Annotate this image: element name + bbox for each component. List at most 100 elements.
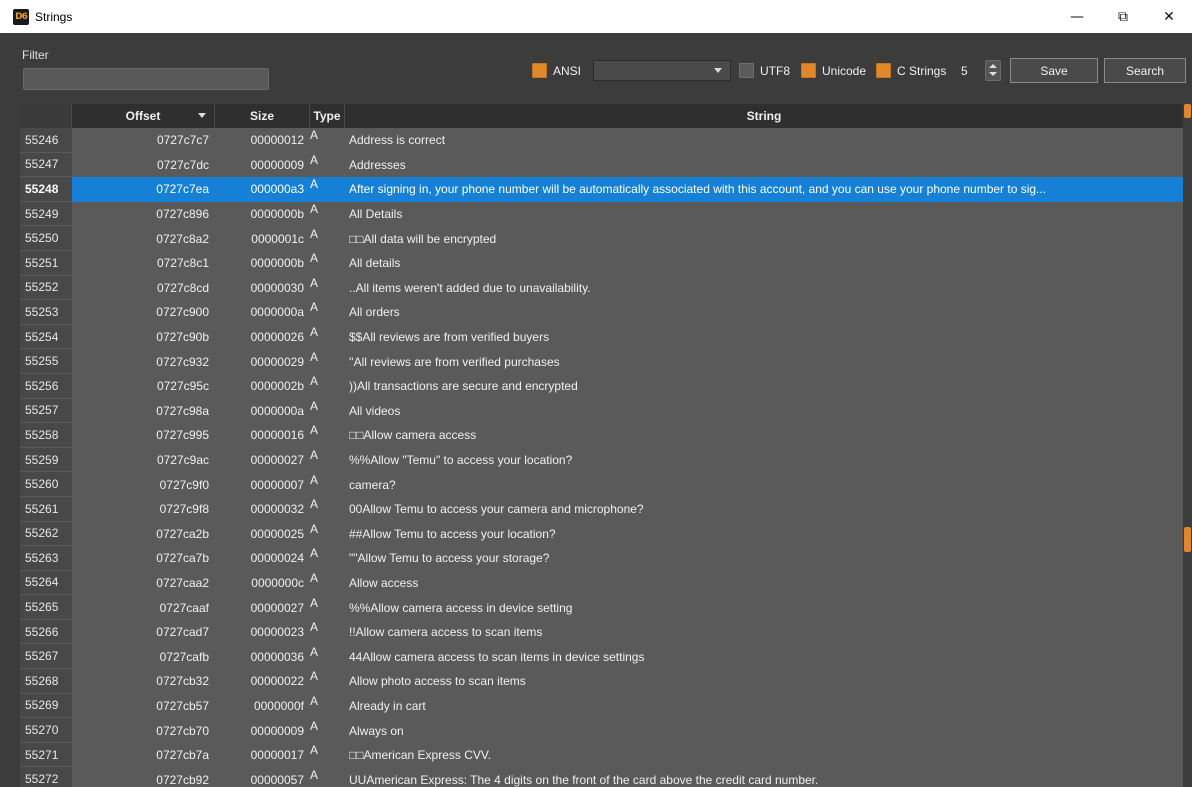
type-cell: A [310, 275, 319, 290]
table-row[interactable]: 55260 0727c9f0 00000007 Acamera? [20, 472, 1183, 497]
table-row[interactable]: 55267 0727cafb 00000036 A 44Allow camera acc… [20, 644, 1183, 670]
table-row[interactable]: 55252 0727c8cd 00000030 A ..All items weren'… [20, 275, 1183, 301]
vertical-scrollbar[interactable] [1183, 104, 1192, 787]
ansi-checkbox[interactable] [532, 63, 547, 78]
string-cell: Allow photo access to scan items [349, 674, 526, 689]
string-cell: ))All transactions are secure and encryp… [349, 379, 578, 394]
size-cell: 00000017 [250, 748, 304, 763]
scroll-up-handle[interactable] [1184, 104, 1191, 118]
string-cell: !!Allow camera access to scan items [349, 625, 543, 640]
table-row[interactable]: 55272 0727cb92 00000057 A UUAmerican Express… [20, 767, 1183, 787]
table-row[interactable]: 55266 0727cad7 00000023 A !!Allow camera acc… [20, 619, 1183, 645]
close-icon[interactable]: ✕ [1146, 0, 1192, 33]
table-row[interactable]: 55256 0727c95c 0000002b A))All transactions… [20, 373, 1183, 399]
type-cell: A [310, 595, 319, 610]
type-cell: A [310, 423, 319, 438]
type-cell: A [310, 128, 319, 143]
type-cell: A [310, 177, 319, 192]
encoding-dropdown[interactable] [593, 60, 731, 81]
string-cell: All Details [349, 207, 403, 222]
title-bar: D6 Strings — ⧉ ✕ [0, 0, 1192, 33]
table-row[interactable]: 55251 0727c8c1 0000000b A All details [20, 250, 1183, 276]
restore-icon[interactable]: ⧉ [1100, 0, 1146, 33]
type-cell: A [310, 570, 319, 585]
table-row[interactable]: 55254 0727c90b 00000026 A $$All reviews are … [20, 324, 1183, 350]
header-string[interactable]: String [345, 104, 1183, 128]
row-number: 55263 [20, 546, 72, 571]
offset-cell: 0727caa2 [156, 575, 209, 590]
table-row[interactable]: 55264 0727caa2 0000000c A Allow access [20, 570, 1183, 596]
scrollbar-thumb[interactable] [1184, 527, 1191, 552]
string-cell: All orders [349, 305, 400, 320]
string-cell: UUAmerican Express: The 4 digits on the … [349, 772, 819, 787]
type-cell: A [310, 349, 319, 364]
row-number: 55250 [20, 226, 72, 251]
header-type[interactable]: Type [310, 104, 345, 128]
header-offset[interactable]: Offset [72, 104, 215, 128]
size-cell: 00000016 [250, 428, 304, 443]
table-row[interactable]: 55262 0727ca2b 00000025 A ##Allow Temu to ac… [20, 521, 1183, 547]
filter-input[interactable] [23, 68, 269, 90]
header-size[interactable]: Size [215, 104, 310, 128]
offset-cell: 0727c90b [156, 330, 209, 345]
table-row[interactable]: 55258 0727c995 00000016 A □□Allow camera acc… [20, 423, 1183, 448]
type-cell: A [310, 620, 319, 635]
size-cell: 0000002b [250, 379, 304, 394]
filter-label: Filter [22, 48, 49, 62]
offset-cell: 0727cafb [159, 649, 209, 664]
table-row[interactable]: 55259 0727c9ac 00000027 A %%Allow "Temu" to … [20, 447, 1183, 473]
chevron-down-icon [714, 68, 722, 73]
table-row[interactable]: 55271 0727cb7a 00000017 A □□American Express… [20, 742, 1183, 768]
string-cell: All details [349, 256, 401, 271]
search-button[interactable]: Search [1104, 58, 1186, 83]
type-cell: A [310, 521, 319, 536]
offset-cell: 0727c8cd [156, 280, 209, 295]
string-cell: Already in cart [349, 698, 426, 713]
table-row[interactable]: 55248 0727c7ea 000000a3 A After signing in, … [20, 177, 1183, 202]
header-rownum[interactable] [20, 104, 72, 128]
table-row[interactable]: 55265 0727caaf 00000027 A %%Allow camera acc… [20, 595, 1183, 620]
offset-cell: 0727cb57 [156, 698, 209, 713]
table-row[interactable]: 55246 0727c7c7 00000012 A Address is correct [20, 128, 1183, 153]
table-row[interactable]: 55269 0727cb57 0000000f A Already in cart [20, 693, 1183, 719]
table-row[interactable]: 55270 0727cb70 00000009 A Always on [20, 718, 1183, 743]
cstrings-checkbox[interactable] [876, 63, 891, 78]
table-row[interactable]: 55253 0727c900 0000000a A All orders [20, 300, 1183, 325]
type-cell: A [310, 398, 319, 413]
utf8-checkbox[interactable] [739, 63, 754, 78]
table-row[interactable]: 55263 0727ca7b 00000024 A ""Allow Temu to ac… [20, 546, 1183, 571]
size-cell: 00000012 [250, 133, 304, 148]
size-cell: 00000009 [250, 723, 304, 738]
chevron-up-icon[interactable] [989, 64, 997, 68]
string-cell: Allow access [349, 575, 419, 590]
size-cell: 00000029 [250, 354, 304, 369]
offset-cell: 0727cad7 [156, 625, 209, 640]
min-length-value[interactable]: 5 [961, 64, 968, 78]
save-button[interactable]: Save [1010, 58, 1098, 83]
size-cell: 0000000a [250, 305, 304, 320]
row-number: 55246 [20, 128, 72, 153]
string-cell: 00Allow Temu to access your camera and m… [349, 502, 644, 517]
table-row[interactable]: 55250 0727c8a2 0000001c A □□All data will be… [20, 226, 1183, 251]
type-cell: A [310, 546, 319, 561]
offset-cell: 0727c7dc [156, 157, 209, 172]
table-row[interactable]: 55249 0727c896 0000000b A All Details [20, 201, 1183, 227]
table-row[interactable]: 55261 0727c9f8 00000032 A 00Allow Temu to ac… [20, 496, 1183, 522]
minimize-icon[interactable]: — [1054, 0, 1100, 33]
table-row[interactable]: 55268 0727cb32 00000022 A Allow photo acces… [20, 669, 1183, 694]
row-number: 55252 [20, 275, 72, 301]
type-cell: A [310, 251, 319, 266]
size-cell: 00000057 [250, 772, 304, 787]
type-cell: A [310, 202, 319, 217]
table-row[interactable]: 55247 0727c7dc 00000009 A Addresses [20, 152, 1183, 178]
row-number: 55255 [20, 349, 72, 374]
window-title: Strings [35, 9, 73, 24]
unicode-checkbox[interactable] [801, 63, 816, 78]
min-length-spinner[interactable] [985, 60, 1001, 81]
row-number: 55249 [20, 201, 72, 227]
table-row[interactable]: 55257 0727c98a 0000000a A All videos [20, 398, 1183, 424]
table-row[interactable]: 55255 0727c932 00000029 A ''All reviews are … [20, 349, 1183, 374]
offset-cell: 0727c8c1 [156, 256, 209, 271]
chevron-down-icon[interactable] [989, 72, 997, 76]
size-cell: 00000023 [250, 625, 304, 640]
